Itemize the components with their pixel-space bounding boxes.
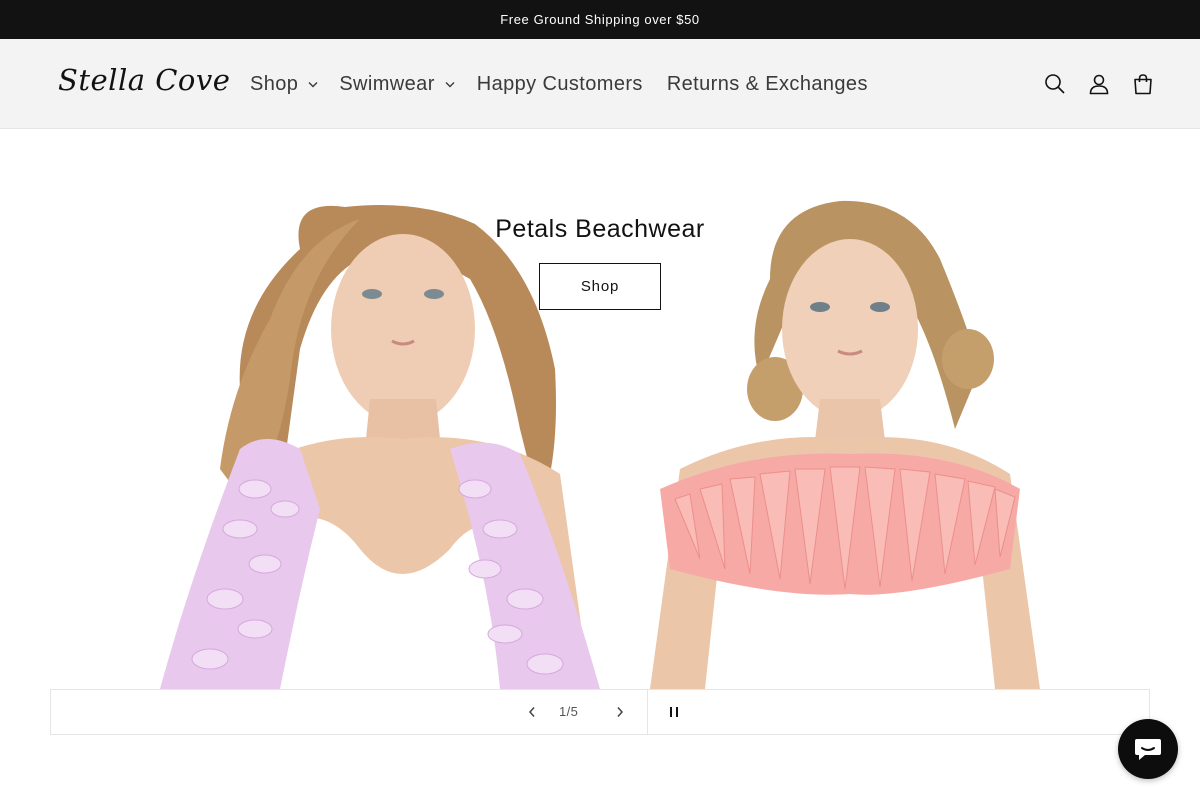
nav-item-shop[interactable]: Shop (250, 73, 318, 96)
chat-icon[interactable] (1118, 719, 1178, 779)
store-logo[interactable]: Stella Cove (58, 63, 230, 97)
account-icon[interactable] (1087, 72, 1111, 96)
slider-controls: 1/5 (50, 689, 1150, 735)
chevron-down-icon (445, 81, 455, 88)
chevron-left-icon[interactable] (521, 701, 543, 723)
announcement-bar: Free Ground Shipping over $50 (0, 0, 1200, 39)
chevron-right-icon[interactable] (609, 701, 631, 723)
chevron-down-icon (308, 81, 318, 88)
nav-item-swimwear[interactable]: Swimwear (339, 72, 455, 96)
nav-item-label: Shop (250, 72, 299, 95)
hero-shop-button[interactable]: Shop (539, 263, 661, 310)
site-header: Stella Cove Shop Swimwear Happy Customer… (0, 39, 1200, 129)
hero-image (160, 200, 1040, 689)
header-actions (1043, 39, 1155, 129)
nav-item-returns-exchanges[interactable]: Returns & Exchanges (667, 73, 868, 96)
nav-item-label: Swimwear (339, 72, 435, 95)
controls-divider (647, 690, 648, 734)
announcement-text: Free Ground Shipping over $50 (500, 12, 700, 27)
cart-icon[interactable] (1131, 72, 1155, 96)
main-nav: Shop Swimwear Happy Customers Returns & … (250, 39, 868, 129)
nav-item-label: Returns & Exchanges (666, 72, 868, 95)
hero-text-block: Petals Beachwear Shop (0, 215, 1200, 310)
hero-slideshow: Petals Beachwear Shop (0, 129, 1200, 689)
hero-title: Petals Beachwear (495, 215, 705, 243)
nav-item-happy-customers[interactable]: Happy Customers (477, 73, 643, 96)
nav-item-label: Happy Customers (476, 72, 643, 95)
search-icon[interactable] (1043, 72, 1067, 96)
slide-counter: 1/5 (559, 704, 579, 719)
pause-icon[interactable] (663, 701, 685, 723)
